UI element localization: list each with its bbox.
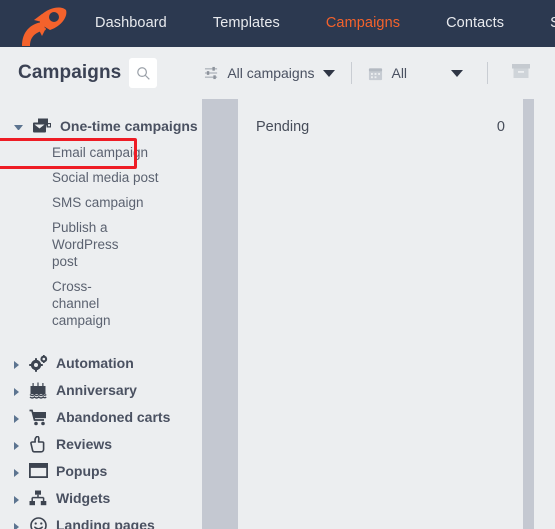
sidebar-group-abandoned-carts[interactable]: Abandoned carts (0, 404, 202, 431)
sidebar-item-cross-channel-campaign[interactable]: Cross-channel campaign (0, 274, 118, 333)
sidebar-group-label: Popups (56, 463, 108, 479)
mails-icon (31, 118, 53, 134)
nav-item-social[interactable]: Social (527, 0, 555, 47)
date-filter-caret-down-icon[interactable] (451, 69, 464, 77)
archive-button[interactable] (512, 63, 531, 84)
campaign-filter-dropdown[interactable]: All campaigns (204, 65, 336, 81)
date-filter-label: All (391, 65, 408, 81)
search-icon (137, 66, 150, 80)
chevron-right-icon[interactable] (14, 388, 19, 396)
smiley-icon (27, 517, 49, 529)
sidebar-group-landing-pages[interactable]: Landing pages (0, 512, 202, 529)
date-filter-dropdown[interactable]: All (368, 65, 407, 81)
gears-icon (27, 355, 49, 372)
sitemap-icon (27, 490, 49, 506)
board-column-next-partial[interactable] (534, 99, 555, 529)
nav-item-campaigns[interactable]: Campaigns (303, 0, 423, 47)
chevron-right-icon[interactable] (14, 415, 19, 423)
archive-icon (512, 63, 531, 78)
chevron-right-icon[interactable] (14, 496, 19, 504)
page-body: One-time campaigns Email campaign Social… (0, 99, 555, 529)
sliders-icon (205, 66, 218, 80)
campaign-filter-label: All campaigns (227, 65, 315, 81)
search-button[interactable] (129, 58, 158, 88)
sidebar: One-time campaigns Email campaign Social… (0, 99, 202, 529)
board-left-gutter (202, 99, 238, 529)
chevron-right-icon[interactable] (14, 361, 19, 369)
board-column-gutter (523, 99, 534, 529)
caret-down-icon (323, 69, 336, 77)
nav-item-dashboard[interactable]: Dashboard (72, 0, 190, 47)
sidebar-item-publish-wordpress-post[interactable]: Publish a WordPress post (0, 215, 119, 274)
sidebar-group-label: Abandoned carts (56, 409, 171, 425)
shopping-cart-icon (27, 409, 49, 426)
sidebar-group-popups[interactable]: Popups (0, 458, 202, 485)
nav-item-templates[interactable]: Templates (190, 0, 303, 47)
page-toolbar: Campaigns All campaigns All (0, 47, 555, 99)
cake-icon (27, 382, 49, 399)
sidebar-group-anniversary[interactable]: Anniversary (0, 377, 202, 404)
sidebar-group-label: Automation (56, 355, 134, 371)
sidebar-item-social-media-post[interactable]: Social media post (0, 165, 190, 190)
rocket-icon (22, 7, 67, 46)
toolbar-separator-1 (351, 62, 353, 84)
page-title: Campaigns (18, 62, 122, 83)
top-nav-items: Dashboard Templates Campaigns Contacts S… (72, 0, 555, 47)
sidebar-item-sms-campaign[interactable]: SMS campaign (0, 190, 190, 215)
nav-item-contacts[interactable]: Contacts (423, 0, 527, 47)
chevron-right-icon[interactable] (14, 469, 19, 477)
chevron-right-icon[interactable] (14, 442, 19, 450)
top-navigation-bar: Dashboard Templates Campaigns Contacts S… (0, 0, 555, 47)
board-column-title: Pending (256, 119, 310, 135)
chevron-down-icon[interactable] (14, 125, 23, 130)
window-icon (27, 463, 49, 478)
sidebar-group-label: One-time campaigns (60, 118, 198, 134)
sidebar-group-label: Reviews (56, 436, 113, 452)
thumbs-up-icon (27, 436, 49, 453)
board-column-count: 0 (496, 119, 505, 135)
toolbar-separator-2 (487, 62, 489, 84)
sidebar-group-label: Landing pages (56, 517, 155, 529)
calendar-icon (369, 67, 383, 80)
sidebar-group-one-time-campaigns[interactable]: One-time campaigns (0, 113, 202, 140)
sidebar-group-automation[interactable]: Automation (0, 350, 202, 377)
campaign-board: Pending 0 (202, 99, 555, 529)
app-logo[interactable] (0, 0, 72, 47)
sidebar-group-label: Anniversary (56, 382, 137, 398)
sidebar-group-reviews[interactable]: Reviews (0, 431, 202, 458)
board-column-pending[interactable]: Pending 0 (238, 99, 523, 529)
chevron-right-icon[interactable] (14, 523, 19, 529)
sidebar-group-label: Widgets (56, 490, 111, 506)
sidebar-group-widgets[interactable]: Widgets (0, 485, 202, 512)
sidebar-item-email-campaign[interactable]: Email campaign (0, 138, 190, 169)
